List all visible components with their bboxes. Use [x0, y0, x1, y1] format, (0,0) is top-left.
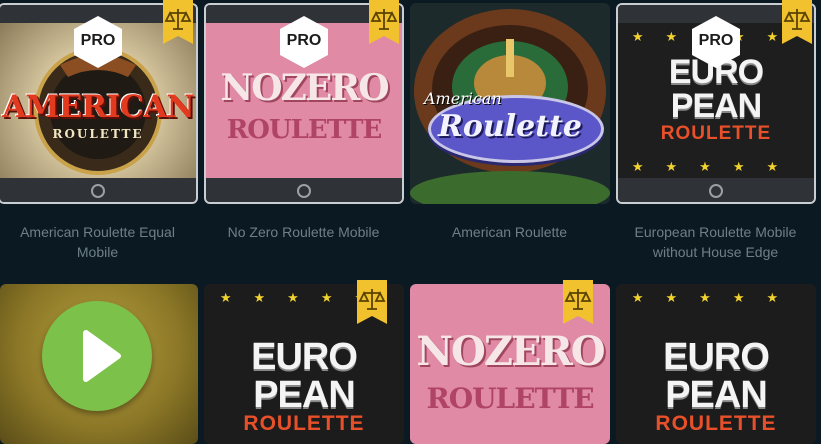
fairness-scale-badge	[369, 0, 399, 44]
pro-label: PRO	[80, 32, 116, 49]
play-icon	[83, 330, 121, 382]
pro-hexagon-badge: PRO	[689, 15, 743, 69]
scales-icon	[369, 0, 399, 44]
fairness-scale-badge	[163, 0, 193, 44]
fairness-scale-badge	[782, 0, 812, 44]
pro-hexagon-badge: PRO	[71, 15, 125, 69]
stars-ring-icon: ★★★★★	[631, 290, 801, 305]
fairness-scale-badge	[357, 280, 387, 324]
game-tile-european-roulette-2[interactable]: ★★★★★ EURO PEAN ROULETTE	[616, 284, 816, 444]
game-logo-line1: NOZERO	[220, 67, 389, 109]
home-button-icon	[91, 184, 105, 198]
game-logo-line1: EURO	[663, 336, 770, 378]
scales-icon	[163, 0, 193, 44]
fairness-scale-badge	[563, 280, 593, 324]
stars-ring-icon: ★★★★★	[631, 159, 801, 174]
game-logo-line2: PEAN	[665, 374, 768, 416]
game-logo-line2: PEAN	[253, 374, 356, 416]
play-button[interactable]	[42, 301, 152, 411]
scales-icon	[782, 0, 812, 44]
game-logo-line2: PEAN	[670, 87, 762, 125]
home-button-icon	[297, 184, 311, 198]
home-button-icon	[709, 184, 723, 198]
scales-icon	[563, 280, 593, 324]
game-logo-line3: ROULETTE	[243, 412, 365, 435]
pro-hexagon-badge: PRO	[277, 15, 331, 69]
game-logo-line1: EURO	[251, 336, 358, 378]
pro-label: PRO	[698, 32, 734, 49]
game-logo-line3: ROULETTE	[660, 123, 772, 144]
game-title[interactable]: No Zero Roulette Mobile	[206, 222, 401, 242]
game-title[interactable]: American Roulette	[412, 222, 607, 242]
game-logo-line1: NOZERO	[416, 328, 605, 375]
game-logo-line3: ROULETTE	[655, 412, 777, 435]
game-title[interactable]: European Roulette Mobile without House E…	[618, 222, 813, 262]
game-logo-line2: ROULETTE	[52, 127, 144, 141]
game-logo-line2: ROULETTE	[226, 115, 383, 145]
game-logo-line1: AMERICAN	[2, 89, 194, 125]
game-title[interactable]: American Roulette Equal Mobile	[0, 222, 195, 262]
pro-label: PRO	[286, 32, 322, 49]
game-tile-american-roulette[interactable]: American Roulette	[410, 3, 610, 204]
game-tile-video-preview[interactable]	[0, 284, 198, 444]
game-logo-line2: ROULETTE	[426, 382, 594, 415]
game-logo-line1: American	[424, 89, 502, 108]
game-logo-line2: Roulette	[437, 109, 583, 144]
scales-icon	[357, 280, 387, 324]
